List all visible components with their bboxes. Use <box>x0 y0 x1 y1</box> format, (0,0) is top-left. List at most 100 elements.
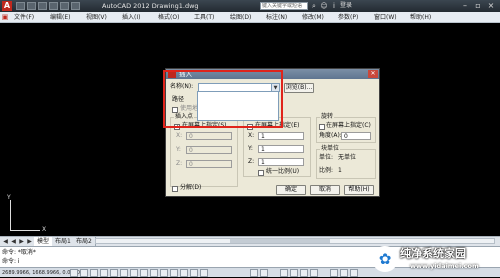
infer-icon[interactable] <box>70 269 78 277</box>
insertion-y-label: Y: <box>176 146 181 153</box>
rotation-title: 旋转 <box>320 113 335 121</box>
dyn-icon[interactable] <box>160 269 168 277</box>
selection-cycling-icon[interactable] <box>200 269 208 277</box>
login-link[interactable]: 登录 <box>340 1 352 11</box>
showmotion-icon[interactable] <box>310 269 318 277</box>
explode-label: 分解(D) <box>180 184 202 191</box>
maximize-icon[interactable]: ▫ <box>473 1 483 10</box>
scale-x-field[interactable]: 1 <box>258 132 304 140</box>
transparency-icon[interactable] <box>180 269 188 277</box>
lineweight-icon[interactable] <box>170 269 178 277</box>
otrack-icon[interactable] <box>140 269 148 277</box>
new-icon[interactable] <box>16 2 25 10</box>
ucs-y-axis <box>10 200 11 230</box>
annotation-scale-icon[interactable] <box>330 269 338 277</box>
grid-icon[interactable] <box>90 269 98 277</box>
factor-label: 比例: <box>319 167 334 174</box>
next-tab-icon[interactable]: ▶ <box>18 238 25 245</box>
highlight-box <box>163 70 283 128</box>
insertion-z-field[interactable]: 0 <box>186 160 232 168</box>
ok-button[interactable]: 确定 <box>276 185 306 195</box>
polar-icon[interactable] <box>110 269 118 277</box>
explode-checkbox[interactable] <box>172 186 178 192</box>
uniform-scale-label: 统一比例(U) <box>266 168 300 175</box>
menu-draw[interactable]: 绘图(D) <box>230 12 251 23</box>
ducs-icon[interactable] <box>150 269 158 277</box>
scale-z-label: Z: <box>248 158 255 165</box>
menu-window[interactable]: 窗口(W) <box>374 12 397 23</box>
watermark-text: 纯净系统家园 <box>400 247 466 260</box>
paw-logo-icon: ✿ <box>372 246 398 272</box>
save-icon[interactable] <box>38 2 47 10</box>
3d-osnap-icon[interactable] <box>130 269 138 277</box>
pan-icon[interactable] <box>280 269 288 277</box>
menu-file[interactable]: 文件(F) <box>14 12 34 23</box>
menu-help[interactable]: 帮助(H) <box>410 12 431 23</box>
menu-dimension[interactable]: 标注(N) <box>266 12 287 23</box>
search-icon[interactable]: ⌕ <box>310 2 318 10</box>
window-title: AutoCAD 2012 Drawing1.dwg <box>102 2 199 10</box>
ucs-y-label: Y <box>7 194 11 201</box>
rotation-onscreen-checkbox[interactable] <box>319 124 325 130</box>
tab-layout1[interactable]: 布局1 <box>52 237 75 246</box>
unit-label: 单位: <box>319 154 334 161</box>
uniform-scale-checkbox[interactable] <box>258 170 264 176</box>
model-space-icon[interactable] <box>250 269 258 277</box>
menu-parametric[interactable]: 参数(P) <box>338 12 358 23</box>
steering-wheel-icon[interactable] <box>300 269 308 277</box>
menu-logo-icon[interactable]: ▣ <box>1 13 9 21</box>
ortho-icon[interactable] <box>100 269 108 277</box>
autocad-logo-icon[interactable]: A <box>2 1 12 11</box>
angle-label: 角度(A): <box>319 132 342 139</box>
menu-view[interactable]: 视图(V) <box>86 12 107 23</box>
angle-field[interactable]: 0 <box>341 132 371 140</box>
unit-value: 无单位 <box>338 154 357 161</box>
ucs-x-axis <box>10 230 40 231</box>
menu-insert[interactable]: 插入(I) <box>122 12 140 23</box>
menu-modify[interactable]: 修改(M) <box>302 12 324 23</box>
menu-format[interactable]: 格式(O) <box>158 12 179 23</box>
close-icon[interactable]: × <box>486 1 496 10</box>
scrollbar-thumb[interactable] <box>230 239 330 243</box>
last-tab-icon[interactable]: ▶ <box>26 238 33 245</box>
insertion-y-field[interactable]: 0 <box>186 146 232 154</box>
print-icon[interactable] <box>71 2 80 10</box>
minimize-icon[interactable]: – <box>460 1 470 10</box>
cancel-button[interactable]: 取消 <box>310 185 340 195</box>
user-icon[interactable]: ☺ <box>320 2 328 10</box>
redo-icon[interactable] <box>60 2 69 10</box>
insertion-x-field[interactable]: 0 <box>186 132 232 140</box>
zoom-icon[interactable] <box>290 269 298 277</box>
scale-z-field[interactable]: 1 <box>258 158 304 166</box>
help-button[interactable]: 帮助(H) <box>344 185 374 195</box>
watermark-url: www.yidaimei.com <box>410 262 479 270</box>
info-icon[interactable]: i <box>330 2 338 10</box>
search-input[interactable]: 键入关键字或短语 <box>260 2 308 10</box>
browse-button[interactable]: 浏览(B)... <box>284 83 314 93</box>
prev-tab-icon[interactable]: ◀ <box>10 238 17 245</box>
annotation-visibility-icon[interactable] <box>340 269 348 277</box>
command-input-line[interactable]: 命令: i <box>2 258 20 266</box>
factor-value: 1 <box>338 167 342 174</box>
menu-tools[interactable]: 工具(T) <box>194 12 214 23</box>
insertion-z-label: Z: <box>176 160 183 167</box>
scale-y-label: Y: <box>248 145 253 152</box>
dialog-close-icon[interactable]: ✕ <box>368 70 378 78</box>
command-history-line: 命令: *取消* <box>2 249 36 256</box>
first-tab-icon[interactable]: ◀ <box>2 238 9 245</box>
snap-icon[interactable] <box>80 269 88 277</box>
layout-icon[interactable] <box>260 269 268 277</box>
ucs-x-label: X <box>42 226 47 233</box>
rotation-onscreen-label: 在屏幕上指定(C) <box>326 122 371 129</box>
undo-icon[interactable] <box>49 2 58 10</box>
open-icon[interactable] <box>27 2 36 10</box>
tab-model[interactable]: 模型 <box>34 237 54 246</box>
block-unit-title: 块单位 <box>320 145 341 153</box>
scale-y-field[interactable]: 1 <box>258 145 304 153</box>
osnap-icon[interactable] <box>120 269 128 277</box>
tab-layout2[interactable]: 布局2 <box>73 237 96 246</box>
title-bar: A AutoCAD 2012 Drawing1.dwg 键入关键字或短语 ⌕ ☺… <box>0 0 500 12</box>
menu-edit[interactable]: 编辑(E) <box>50 12 70 23</box>
quick-props-icon[interactable] <box>190 269 198 277</box>
workspace-icon[interactable] <box>350 269 358 277</box>
